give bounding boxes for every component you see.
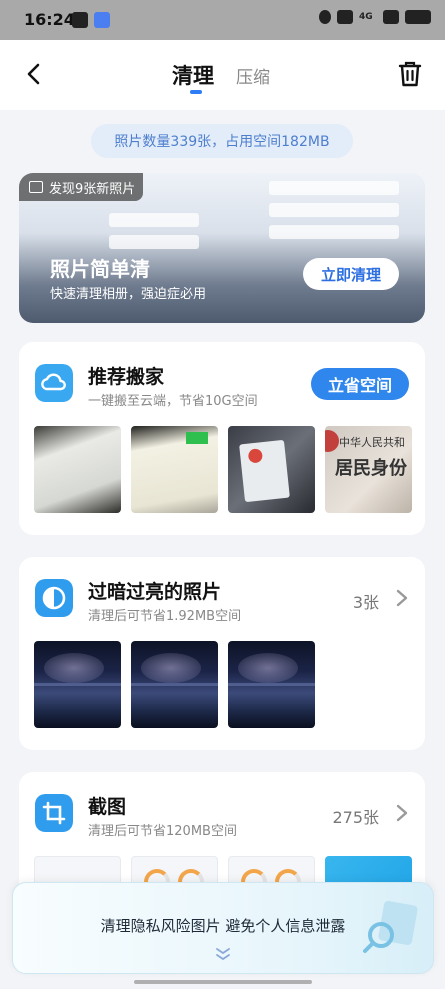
notification-icon	[72, 12, 88, 28]
tab-compress[interactable]: 压缩	[236, 63, 270, 88]
battery-icon	[405, 10, 431, 24]
screenshots-title: 截图	[88, 796, 127, 818]
app-bar: 清理 压缩	[0, 40, 445, 110]
new-photos-badge: 发现9张新照片	[19, 173, 144, 201]
id-card-text: 中华人民共和	[339, 436, 405, 449]
save-space-button[interactable]: 立省空间	[311, 368, 409, 400]
photo-summary-pill: 照片数量339张，占用空间182MB	[91, 124, 353, 158]
app-notification-icon	[94, 12, 110, 28]
signal-icon	[383, 10, 399, 24]
tab-clean[interactable]: 清理	[172, 60, 214, 90]
banner-bg-row	[109, 235, 199, 249]
tab-indicator	[190, 90, 202, 94]
network-label: 4G	[359, 12, 373, 22]
hd-icon	[337, 10, 353, 24]
banner-subtitle: 快速清理相册，强迫症必用	[50, 287, 207, 302]
magnifier-photo-icon	[363, 900, 418, 953]
promo-banner[interactable]: 发现9张新照片 照片简单清 快速清理相册，强迫症必用 立即清理	[19, 173, 425, 323]
back-arrow-icon[interactable]	[22, 62, 46, 86]
exposure-card[interactable]: 过暗过亮的照片 清理后可节省1.92MB空间 3张	[19, 557, 425, 750]
home-indicator	[134, 980, 312, 984]
chevron-right-icon[interactable]	[395, 588, 409, 608]
photo-thumbnail[interactable]	[228, 641, 315, 728]
crop-icon	[35, 794, 73, 832]
status-icons: 4G	[319, 10, 431, 24]
migrate-subtitle: 一键搬至云端，节省10G空间	[88, 394, 258, 409]
alarm-icon	[319, 10, 331, 24]
new-photos-badge-label: 发现9张新照片	[49, 181, 136, 197]
photo-thumbnail[interactable]	[228, 426, 315, 513]
banner-bg-row	[269, 181, 399, 195]
exposure-count: 3张	[352, 593, 379, 612]
exposure-title: 过暗过亮的照片	[88, 581, 222, 603]
photo-thumbnail[interactable]	[131, 641, 218, 728]
migrate-thumbnails: 中华人民共和 居民身份	[34, 426, 412, 513]
status-time: 16:24	[24, 10, 75, 29]
photo-icon	[29, 181, 43, 193]
trash-icon[interactable]	[397, 60, 423, 88]
privacy-banner[interactable]: 清理隐私风险图片 避免个人信息泄露	[12, 882, 434, 974]
screenshots-count: 275张	[332, 808, 379, 827]
status-bar: 16:24 4G	[0, 0, 445, 40]
id-card-text: 居民身份	[335, 458, 407, 479]
photo-thumbnail[interactable]	[131, 426, 218, 513]
migrate-card[interactable]: 推荐搬家 一键搬至云端，节省10G空间 立省空间 中华人民共和 居民身份	[19, 342, 425, 535]
exposure-thumbnails	[34, 641, 315, 728]
clean-now-button[interactable]: 立即清理	[303, 258, 399, 290]
photo-thumbnail[interactable]: 中华人民共和 居民身份	[325, 426, 412, 513]
banner-bg-row	[109, 213, 199, 227]
exposure-icon	[35, 579, 73, 617]
migrate-title: 推荐搬家	[88, 366, 165, 388]
banner-bg-row	[269, 203, 399, 217]
screenshots-subtitle: 清理后可节省120MB空间	[88, 824, 237, 839]
double-chevron-down-icon[interactable]	[215, 947, 231, 961]
photo-thumbnail[interactable]	[34, 426, 121, 513]
cloud-icon	[35, 364, 73, 402]
photo-thumbnail[interactable]	[34, 641, 121, 728]
exposure-subtitle: 清理后可节省1.92MB空间	[88, 609, 242, 624]
chevron-right-icon[interactable]	[395, 803, 409, 823]
banner-title: 照片简单清	[50, 257, 150, 281]
banner-bg-row	[269, 225, 399, 239]
